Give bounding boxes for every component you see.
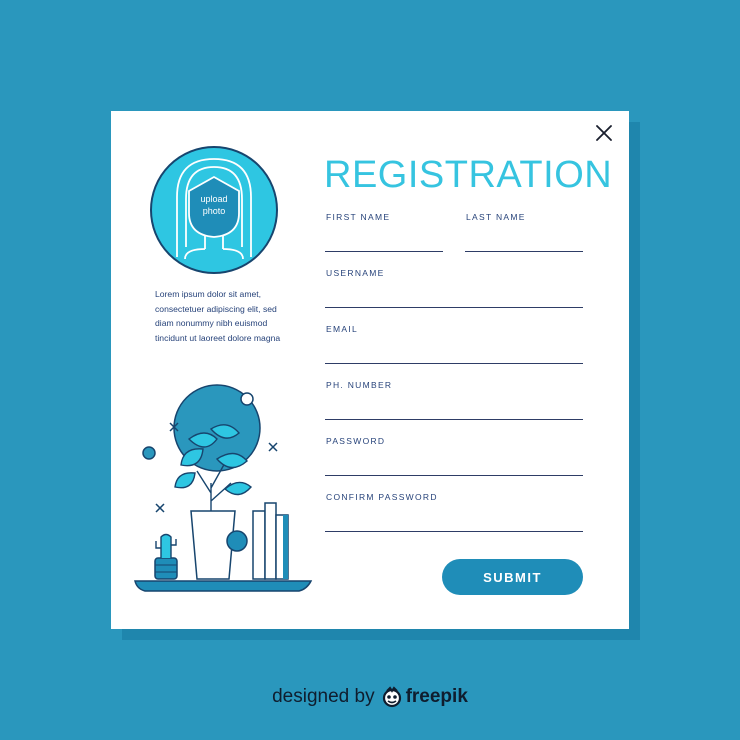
last-name-field[interactable] bbox=[465, 236, 583, 252]
email-field[interactable] bbox=[325, 348, 583, 364]
phone-label: PH. NUMBER bbox=[326, 380, 393, 390]
confirm-password-label: CONFIRM PASSWORD bbox=[326, 492, 438, 502]
password-label: PASSWORD bbox=[326, 436, 386, 446]
description-text: Lorem ipsum dolor sit amet, consectetuer… bbox=[155, 289, 281, 344]
freepik-logo-icon bbox=[381, 686, 403, 708]
close-button[interactable] bbox=[595, 124, 613, 142]
upload-photo-avatar[interactable]: upload photo bbox=[149, 145, 279, 275]
last-name-label: LAST NAME bbox=[466, 212, 526, 222]
first-name-label: FIRST NAME bbox=[326, 212, 391, 222]
email-label: EMAIL bbox=[326, 324, 359, 334]
registration-card: upload photo Lorem ipsum dolor sit amet,… bbox=[111, 111, 629, 629]
upload-label-line2: photo bbox=[202, 206, 226, 216]
credit-line: designed by freepik bbox=[0, 682, 740, 712]
close-icon bbox=[596, 125, 612, 141]
password-field[interactable] bbox=[325, 460, 583, 476]
plant-books-illustration bbox=[134, 384, 313, 592]
credit-prefix: designed by bbox=[272, 686, 375, 707]
phone-field[interactable] bbox=[325, 404, 583, 420]
registration-title: REGISTRATION bbox=[324, 154, 613, 196]
username-label: USERNAME bbox=[326, 268, 385, 278]
first-name-field[interactable] bbox=[325, 236, 443, 252]
submit-button[interactable]: SUBMIT bbox=[442, 559, 583, 595]
upload-label-line1: upload bbox=[200, 194, 228, 204]
username-field[interactable] bbox=[325, 292, 583, 308]
credit-brand: freepik bbox=[405, 686, 468, 707]
confirm-password-field[interactable] bbox=[325, 516, 583, 532]
